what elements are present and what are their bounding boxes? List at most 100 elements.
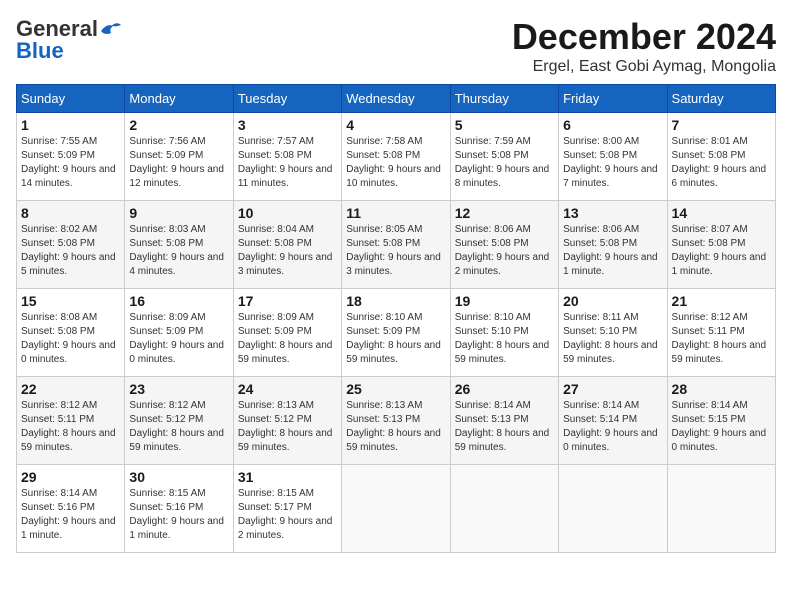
sunrise-text: Sunrise: 8:07 AM [672, 223, 771, 237]
daylight-text: Daylight: 8 hours and 59 minutes. [129, 427, 228, 455]
calendar-cell: 21 Sunrise: 8:12 AM Sunset: 5:11 PM Dayl… [667, 289, 775, 377]
day-info: Sunrise: 8:08 AM Sunset: 5:08 PM Dayligh… [21, 311, 120, 367]
calendar-cell: 5 Sunrise: 7:59 AM Sunset: 5:08 PM Dayli… [450, 113, 558, 201]
calendar-cell: 27 Sunrise: 8:14 AM Sunset: 5:14 PM Dayl… [559, 377, 667, 465]
daylight-text: Daylight: 8 hours and 59 minutes. [563, 339, 662, 367]
sunset-text: Sunset: 5:08 PM [21, 237, 120, 251]
day-info: Sunrise: 8:15 AM Sunset: 5:17 PM Dayligh… [238, 487, 337, 543]
day-number: 27 [563, 381, 662, 397]
day-info: Sunrise: 7:59 AM Sunset: 5:08 PM Dayligh… [455, 135, 554, 191]
sunset-text: Sunset: 5:08 PM [346, 149, 445, 163]
sunrise-text: Sunrise: 8:12 AM [129, 399, 228, 413]
day-number: 13 [563, 205, 662, 221]
day-number: 25 [346, 381, 445, 397]
calendar-cell: 7 Sunrise: 8:01 AM Sunset: 5:08 PM Dayli… [667, 113, 775, 201]
day-number: 9 [129, 205, 228, 221]
sunrise-text: Sunrise: 7:55 AM [21, 135, 120, 149]
daylight-text: Daylight: 9 hours and 8 minutes. [455, 163, 554, 191]
sunrise-text: Sunrise: 8:10 AM [346, 311, 445, 325]
day-info: Sunrise: 8:11 AM Sunset: 5:10 PM Dayligh… [563, 311, 662, 367]
day-number: 31 [238, 469, 337, 485]
day-number: 18 [346, 293, 445, 309]
sunrise-text: Sunrise: 8:11 AM [563, 311, 662, 325]
day-info: Sunrise: 8:13 AM Sunset: 5:12 PM Dayligh… [238, 399, 337, 455]
day-of-week-wednesday: Wednesday [342, 85, 450, 113]
day-number: 5 [455, 117, 554, 133]
logo-blue: Blue [16, 38, 64, 64]
sunset-text: Sunset: 5:15 PM [672, 413, 771, 427]
daylight-text: Daylight: 9 hours and 6 minutes. [672, 163, 771, 191]
day-number: 15 [21, 293, 120, 309]
sunrise-text: Sunrise: 8:15 AM [238, 487, 337, 501]
day-number: 12 [455, 205, 554, 221]
location: Ergel, East Gobi Aymag, Mongolia [512, 58, 776, 76]
day-number: 20 [563, 293, 662, 309]
day-info: Sunrise: 8:14 AM Sunset: 5:13 PM Dayligh… [455, 399, 554, 455]
calendar-cell: 18 Sunrise: 8:10 AM Sunset: 5:09 PM Dayl… [342, 289, 450, 377]
sunrise-text: Sunrise: 8:03 AM [129, 223, 228, 237]
daylight-text: Daylight: 8 hours and 59 minutes. [21, 427, 120, 455]
calendar-week-4: 22 Sunrise: 8:12 AM Sunset: 5:11 PM Dayl… [17, 377, 776, 465]
day-info: Sunrise: 8:12 AM Sunset: 5:11 PM Dayligh… [672, 311, 771, 367]
daylight-text: Daylight: 9 hours and 1 minute. [672, 251, 771, 279]
daylight-text: Daylight: 9 hours and 10 minutes. [346, 163, 445, 191]
calendar-cell: 2 Sunrise: 7:56 AM Sunset: 5:09 PM Dayli… [125, 113, 233, 201]
sunset-text: Sunset: 5:11 PM [672, 325, 771, 339]
sunrise-text: Sunrise: 8:14 AM [21, 487, 120, 501]
day-number: 10 [238, 205, 337, 221]
sunset-text: Sunset: 5:08 PM [21, 325, 120, 339]
sunrise-text: Sunrise: 8:15 AM [129, 487, 228, 501]
calendar-cell: 16 Sunrise: 8:09 AM Sunset: 5:09 PM Dayl… [125, 289, 233, 377]
day-info: Sunrise: 7:57 AM Sunset: 5:08 PM Dayligh… [238, 135, 337, 191]
calendar-cell: 9 Sunrise: 8:03 AM Sunset: 5:08 PM Dayli… [125, 201, 233, 289]
daylight-text: Daylight: 9 hours and 1 minute. [563, 251, 662, 279]
day-number: 30 [129, 469, 228, 485]
sunset-text: Sunset: 5:08 PM [563, 237, 662, 251]
sunset-text: Sunset: 5:13 PM [455, 413, 554, 427]
day-info: Sunrise: 8:07 AM Sunset: 5:08 PM Dayligh… [672, 223, 771, 279]
daylight-text: Daylight: 9 hours and 2 minutes. [455, 251, 554, 279]
calendar-cell: 1 Sunrise: 7:55 AM Sunset: 5:09 PM Dayli… [17, 113, 125, 201]
day-number: 19 [455, 293, 554, 309]
daylight-text: Daylight: 9 hours and 5 minutes. [21, 251, 120, 279]
daylight-text: Daylight: 9 hours and 0 minutes. [21, 339, 120, 367]
sunset-text: Sunset: 5:09 PM [129, 325, 228, 339]
day-info: Sunrise: 8:04 AM Sunset: 5:08 PM Dayligh… [238, 223, 337, 279]
day-info: Sunrise: 8:12 AM Sunset: 5:11 PM Dayligh… [21, 399, 120, 455]
title-section: December 2024 Ergel, East Gobi Aymag, Mo… [512, 16, 776, 76]
sunset-text: Sunset: 5:10 PM [455, 325, 554, 339]
sunset-text: Sunset: 5:08 PM [346, 237, 445, 251]
sunrise-text: Sunrise: 8:04 AM [238, 223, 337, 237]
day-of-week-monday: Monday [125, 85, 233, 113]
day-info: Sunrise: 7:55 AM Sunset: 5:09 PM Dayligh… [21, 135, 120, 191]
calendar-cell: 30 Sunrise: 8:15 AM Sunset: 5:16 PM Dayl… [125, 465, 233, 553]
sunset-text: Sunset: 5:08 PM [238, 149, 337, 163]
calendar-cell [342, 465, 450, 553]
day-info: Sunrise: 8:05 AM Sunset: 5:08 PM Dayligh… [346, 223, 445, 279]
day-info: Sunrise: 8:01 AM Sunset: 5:08 PM Dayligh… [672, 135, 771, 191]
sunset-text: Sunset: 5:09 PM [346, 325, 445, 339]
day-number: 11 [346, 205, 445, 221]
calendar-cell [667, 465, 775, 553]
day-info: Sunrise: 8:10 AM Sunset: 5:09 PM Dayligh… [346, 311, 445, 367]
daylight-text: Daylight: 9 hours and 12 minutes. [129, 163, 228, 191]
day-info: Sunrise: 8:14 AM Sunset: 5:15 PM Dayligh… [672, 399, 771, 455]
calendar-table: SundayMondayTuesdayWednesdayThursdayFrid… [16, 84, 776, 553]
sunrise-text: Sunrise: 8:02 AM [21, 223, 120, 237]
sunrise-text: Sunrise: 7:56 AM [129, 135, 228, 149]
day-number: 6 [563, 117, 662, 133]
daylight-text: Daylight: 8 hours and 59 minutes. [346, 427, 445, 455]
calendar-cell: 23 Sunrise: 8:12 AM Sunset: 5:12 PM Dayl… [125, 377, 233, 465]
day-info: Sunrise: 8:12 AM Sunset: 5:12 PM Dayligh… [129, 399, 228, 455]
calendar-cell: 25 Sunrise: 8:13 AM Sunset: 5:13 PM Dayl… [342, 377, 450, 465]
sunrise-text: Sunrise: 8:01 AM [672, 135, 771, 149]
sunset-text: Sunset: 5:08 PM [129, 237, 228, 251]
day-info: Sunrise: 8:13 AM Sunset: 5:13 PM Dayligh… [346, 399, 445, 455]
day-of-week-sunday: Sunday [17, 85, 125, 113]
calendar-cell: 15 Sunrise: 8:08 AM Sunset: 5:08 PM Dayl… [17, 289, 125, 377]
sunset-text: Sunset: 5:13 PM [346, 413, 445, 427]
daylight-text: Daylight: 9 hours and 4 minutes. [129, 251, 228, 279]
sunrise-text: Sunrise: 8:12 AM [21, 399, 120, 413]
calendar-week-2: 8 Sunrise: 8:02 AM Sunset: 5:08 PM Dayli… [17, 201, 776, 289]
day-info: Sunrise: 7:56 AM Sunset: 5:09 PM Dayligh… [129, 135, 228, 191]
